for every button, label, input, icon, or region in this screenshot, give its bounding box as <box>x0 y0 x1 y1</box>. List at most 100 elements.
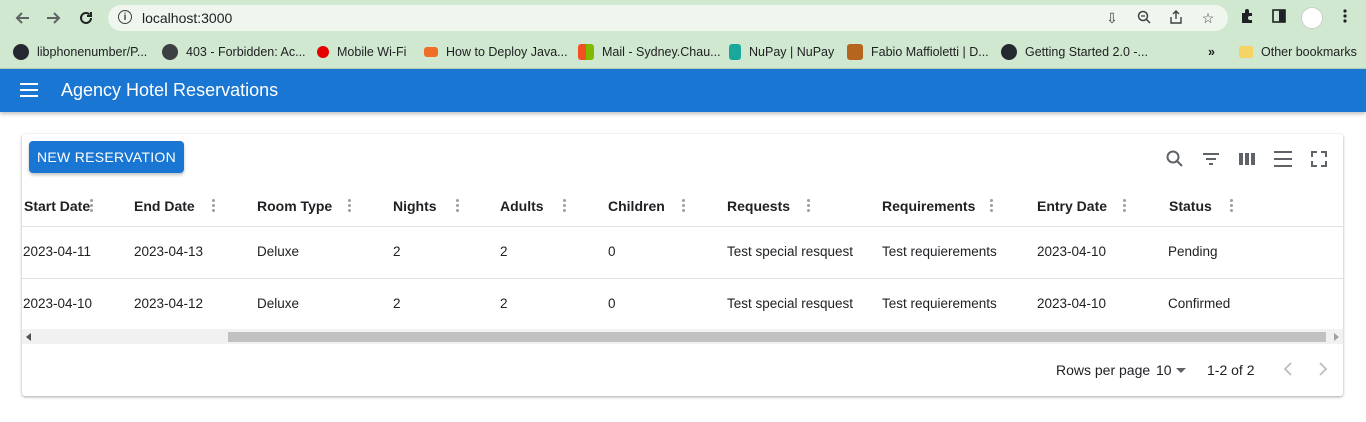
column-menu-icon[interactable] <box>1230 199 1234 213</box>
density-icon[interactable] <box>1273 149 1293 169</box>
column-header-start-date[interactable]: Start Date <box>24 198 90 214</box>
chevron-right-icon <box>1319 362 1328 376</box>
bookmark-item[interactable]: Mobile Wi-Fi <box>317 43 406 61</box>
column-header-entry-date[interactable]: Entry Date <box>1037 198 1107 214</box>
cell-entry-date: 2023-04-10 <box>1037 296 1107 311</box>
column-header-children[interactable]: Children <box>608 198 665 214</box>
table-header: Start Date End Date Room Type Nights Adu… <box>22 184 1343 227</box>
search-icon[interactable] <box>1165 149 1185 169</box>
column-header-requirements[interactable]: Requirements <box>882 198 975 214</box>
previous-page-button[interactable] <box>1278 360 1298 380</box>
column-menu-icon[interactable] <box>348 199 352 213</box>
cell-requirements: Test requierements <box>882 296 997 311</box>
cell-adults: 2 <box>500 296 508 311</box>
profile-avatar[interactable] <box>1301 7 1323 29</box>
column-menu-icon[interactable] <box>807 199 811 213</box>
cell-adults: 2 <box>500 244 508 259</box>
rows-per-page-label: Rows per page <box>1056 362 1151 378</box>
column-menu-icon[interactable] <box>90 199 94 213</box>
table-row[interactable]: 2023-04-11 2023-04-13 Deluxe 2 2 0 Test … <box>22 227 1343 279</box>
forward-button[interactable] <box>42 6 66 30</box>
scroll-left-arrow-icon[interactable] <box>26 333 31 341</box>
column-menu-icon[interactable] <box>1123 199 1127 213</box>
site-info-icon[interactable]: i <box>118 10 132 24</box>
rows-per-page-select[interactable]: 10 <box>1156 362 1172 378</box>
reservations-card: NEW RESERVATION Start Date End Date Room… <box>22 134 1343 396</box>
pagination-range: 1-2 of 2 <box>1207 362 1255 378</box>
column-header-room-type[interactable]: Room Type <box>257 198 332 214</box>
back-arrow-icon <box>15 12 29 24</box>
dropdown-caret-icon[interactable] <box>1176 368 1186 373</box>
bookmarks-bar: libphonenumber/P... 403 - Forbidden: Ac.… <box>0 36 1366 69</box>
cell-requests: Test special resquest <box>727 244 854 259</box>
cell-status: Confirmed <box>1168 296 1231 311</box>
column-header-status[interactable]: Status <box>1169 198 1212 214</box>
new-reservation-button[interactable]: NEW RESERVATION <box>29 141 184 173</box>
column-header-end-date[interactable]: End Date <box>134 198 195 214</box>
microsoft-icon <box>578 44 594 60</box>
side-panel-icon[interactable] <box>1269 8 1289 28</box>
cell-nights: 2 <box>393 296 401 311</box>
app-bar: Agency Hotel Reservations <box>0 69 1366 112</box>
bookmark-item[interactable]: libphonenumber/P... <box>13 43 147 61</box>
cp-icon <box>424 47 438 57</box>
browser-toolbar: i localhost:3000 ⇩ ☆ <box>0 0 1366 36</box>
column-header-nights[interactable]: Nights <box>393 198 437 214</box>
nupay-icon <box>729 44 741 60</box>
cell-room-type: Deluxe <box>257 296 300 311</box>
bookmark-star-icon[interactable]: ☆ <box>1200 10 1216 26</box>
column-menu-icon[interactable] <box>682 199 686 213</box>
filter-icon[interactable] <box>1201 149 1221 169</box>
bookmark-item[interactable]: Fabio Maffioletti | D... <box>847 43 989 61</box>
cell-start-date: 2023-04-10 <box>23 296 93 311</box>
column-header-requests[interactable]: Requests <box>727 198 790 214</box>
horizontal-scrollbar[interactable] <box>22 329 1343 344</box>
next-page-button[interactable] <box>1313 360 1333 380</box>
app-title: Agency Hotel Reservations <box>61 80 279 100</box>
table-row[interactable]: 2023-04-10 2023-04-12 Deluxe 2 2 0 Test … <box>22 279 1343 331</box>
pagination-footer: Rows per page 10 1-2 of 2 <box>22 346 1343 396</box>
share-icon[interactable] <box>1168 10 1184 26</box>
photo-icon <box>847 44 863 60</box>
cell-entry-date: 2023-04-10 <box>1037 244 1107 259</box>
cell-end-date: 2023-04-12 <box>134 296 204 311</box>
cell-start-date: 2023-04-11 <box>23 244 92 259</box>
scrollbar-thumb[interactable] <box>228 332 1326 342</box>
address-bar[interactable]: i localhost:3000 ⇩ ☆ <box>108 5 1228 31</box>
reload-button[interactable] <box>74 6 98 30</box>
columns-icon[interactable] <box>1237 149 1257 169</box>
bookmark-item[interactable]: 403 - Forbidden: Ac... <box>162 43 306 61</box>
cell-end-date: 2023-04-13 <box>134 244 204 259</box>
zoom-icon[interactable] <box>1136 10 1152 26</box>
back-button[interactable] <box>10 6 34 30</box>
scroll-right-arrow-icon[interactable] <box>1334 333 1339 341</box>
cell-room-type: Deluxe <box>257 244 300 259</box>
url-text: localhost:3000 <box>142 10 233 26</box>
column-menu-icon[interactable] <box>456 199 460 213</box>
more-bookmarks-button[interactable]: » <box>1208 43 1215 61</box>
cell-nights: 2 <box>393 244 401 259</box>
github-icon <box>13 44 29 60</box>
cell-status: Pending <box>1168 244 1218 259</box>
column-header-adults[interactable]: Adults <box>500 198 544 214</box>
bookmark-item[interactable]: Getting Started 2.0 -... <box>1001 43 1148 61</box>
install-icon[interactable]: ⇩ <box>1104 10 1120 26</box>
menu-icon[interactable] <box>20 83 38 97</box>
other-bookmarks-folder[interactable]: Other bookmarks <box>1239 43 1357 61</box>
column-menu-icon[interactable] <box>212 199 216 213</box>
fullscreen-icon[interactable] <box>1309 149 1329 169</box>
column-menu-icon[interactable] <box>563 199 567 213</box>
column-menu-icon[interactable] <box>990 199 994 213</box>
cell-children: 0 <box>608 244 616 259</box>
cell-requests: Test special resquest <box>727 296 854 311</box>
bookmark-item[interactable]: NuPay | NuPay <box>729 43 834 61</box>
cell-children: 0 <box>608 296 616 311</box>
browser-menu-icon[interactable] <box>1335 8 1355 28</box>
folder-icon <box>1239 46 1253 58</box>
bookmark-item[interactable]: Mail - Sydney.Chau... <box>578 43 721 61</box>
chevron-left-icon <box>1283 362 1292 376</box>
cell-requirements: Test requierements <box>882 244 997 259</box>
extensions-icon[interactable] <box>1237 8 1257 28</box>
bookmark-item[interactable]: How to Deploy Java... <box>424 43 568 61</box>
globe-icon <box>162 44 178 60</box>
